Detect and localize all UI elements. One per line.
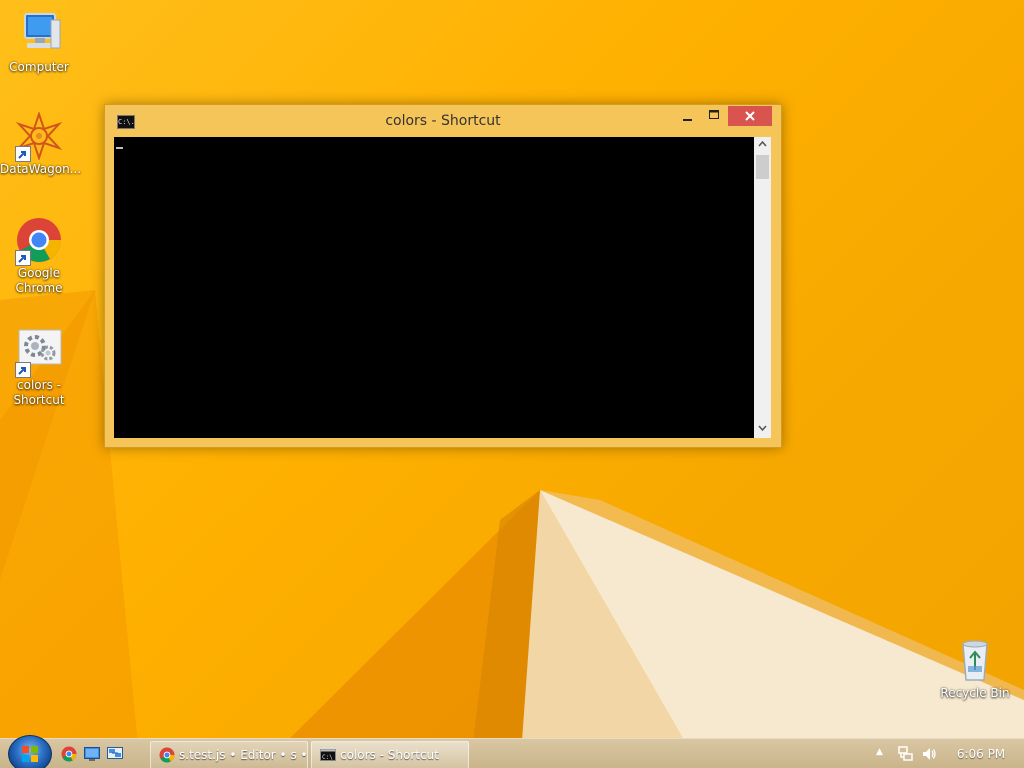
chrome-icon xyxy=(61,746,77,762)
quick-launch-network[interactable] xyxy=(107,746,125,762)
shortcut-arrow-icon xyxy=(15,146,31,162)
taskbar-button-label: colors - Shortcut xyxy=(340,748,439,762)
taskbar-button-editor[interactable]: s.test.js • Editor • s • UI-... xyxy=(150,741,308,768)
maximize-icon xyxy=(709,110,719,119)
shortcut-arrow-icon xyxy=(15,250,31,266)
quick-launch-chrome[interactable] xyxy=(61,746,79,762)
desktop-icon-google-chrome[interactable]: Google Chrome xyxy=(0,216,78,296)
windows-start-icon xyxy=(22,746,38,762)
desktop-icon-label: Computer xyxy=(9,60,69,74)
desktop-icon-datawagon[interactable]: DataWagon... xyxy=(0,110,82,177)
desktop-icon xyxy=(84,747,100,761)
shortcut-arrow-icon xyxy=(15,362,31,378)
scrollbar-thumb[interactable] xyxy=(756,155,769,179)
datawagon-icon xyxy=(15,110,63,162)
scroll-down-button[interactable] xyxy=(754,421,771,438)
close-button[interactable] xyxy=(728,106,772,126)
recycle-bin-icon xyxy=(951,636,999,684)
console-icon: C:\ xyxy=(320,749,336,761)
computer-icon xyxy=(15,10,63,58)
desktop-icon-label: Google Chrome xyxy=(15,266,63,295)
maximize-button[interactable] xyxy=(701,106,727,126)
system-clock[interactable]: 6:06 PM xyxy=(950,739,1012,768)
close-icon xyxy=(745,111,755,121)
scroll-up-button[interactable] xyxy=(754,137,771,154)
shortcut-settings-icon xyxy=(15,328,63,378)
minimize-icon xyxy=(683,119,692,121)
network-tray-button[interactable] xyxy=(898,746,914,762)
volume-button[interactable] xyxy=(921,746,937,762)
desktop-icon-colors-shortcut[interactable]: colors - Shortcut xyxy=(0,328,78,408)
desktop-icon-label: colors - Shortcut xyxy=(13,378,65,407)
chevron-down-icon xyxy=(758,425,767,432)
svg-text:C:\: C:\ xyxy=(322,754,333,761)
minimize-button[interactable] xyxy=(675,106,701,126)
taskbar-button-console[interactable]: C:\ colors - Shortcut xyxy=(311,741,469,768)
desktop-icon-computer[interactable]: Computer xyxy=(0,10,78,75)
chevron-up-icon xyxy=(758,140,767,147)
chrome-icon xyxy=(159,747,175,763)
desktop-icon-label: Recycle Bin xyxy=(940,686,1010,700)
network-tray-icon xyxy=(898,746,913,761)
window-titlebar[interactable]: C:\. colors - Shortcut xyxy=(105,105,781,137)
quick-launch-show-desktop[interactable] xyxy=(84,746,102,762)
desktop-icon-recycle-bin[interactable]: Recycle Bin xyxy=(936,636,1014,701)
taskbar-button-label: s.test.js • Editor • s • UI-... xyxy=(179,748,308,762)
vertical-scrollbar[interactable] xyxy=(754,137,771,438)
console-window[interactable]: C:\. colors - Shortcut xyxy=(104,104,782,448)
desktop: Computer DataWagon... Google Chrome colo… xyxy=(0,0,1024,768)
console-output[interactable] xyxy=(114,137,754,438)
taskbar: s.test.js • Editor • s • UI-... C:\ colo… xyxy=(0,735,1024,768)
chrome-icon xyxy=(15,216,63,266)
show-hidden-icons-button[interactable]: ▲ xyxy=(876,747,883,757)
volume-icon xyxy=(923,748,936,760)
start-button[interactable] xyxy=(8,735,52,768)
desktop-icon-label: DataWagon... xyxy=(0,162,82,176)
network-icon xyxy=(107,747,123,759)
text-cursor xyxy=(116,147,123,149)
